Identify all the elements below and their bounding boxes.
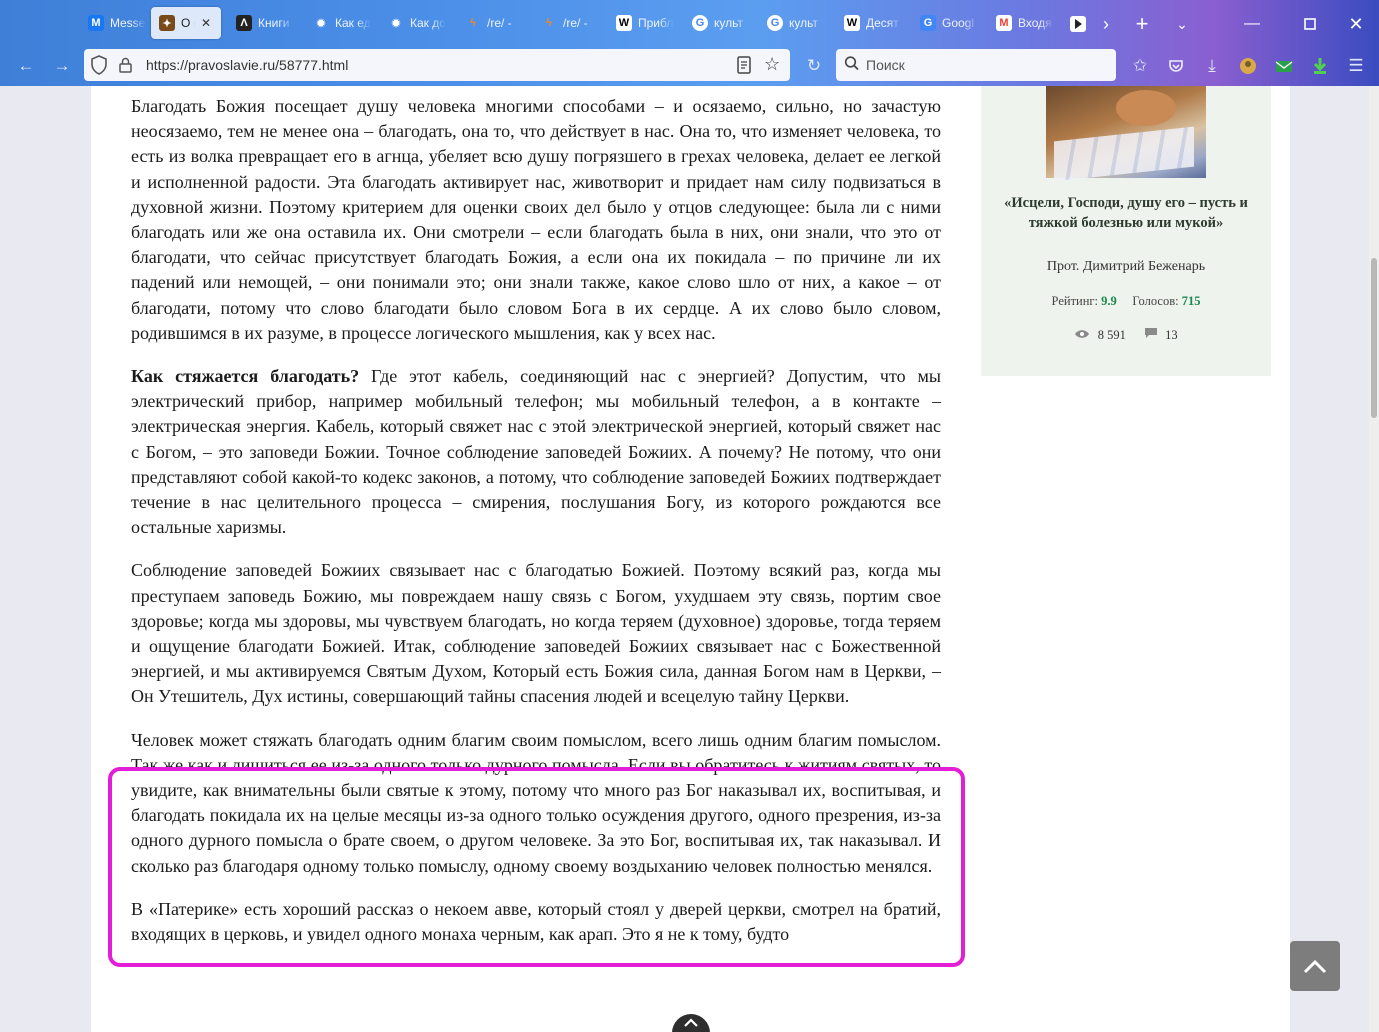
star-burst-icon: ✹: [391, 17, 401, 30]
eye-icon: [1074, 327, 1093, 342]
article-paragraph-2-text: Где этот кабель, соединяющий нас с энерг…: [131, 366, 941, 538]
bookmark-star-icon[interactable]: ☆: [764, 54, 780, 75]
search-bar[interactable]: Поиск: [836, 49, 1116, 81]
back-arrow-icon[interactable]: ←: [14, 54, 38, 78]
shield-icon[interactable]: [90, 55, 108, 80]
related-article-image[interactable]: [1046, 86, 1206, 182]
comment-bubble-icon: [1144, 327, 1161, 342]
tab-4[interactable]: ✹ Как единство: [305, 7, 375, 39]
hamburger-menu-icon[interactable]: ☰: [1344, 54, 1368, 78]
related-article-author[interactable]: Прот. Димитрий Беженарь: [1001, 259, 1251, 275]
google-icon: G: [692, 15, 708, 31]
account-avatar-icon[interactable]: [1236, 54, 1260, 78]
rating-label: Рейтинг:: [1051, 294, 1099, 308]
new-tab-plus-icon[interactable]: +: [1130, 11, 1154, 36]
wikipedia-icon: W: [616, 15, 632, 31]
books-icon: Λ: [236, 15, 252, 31]
extension-mail-icon[interactable]: [1272, 54, 1296, 78]
lock-icon[interactable]: [118, 56, 134, 79]
views-count: 8 591: [1097, 328, 1126, 342]
tab-11[interactable]: W Десят: [836, 7, 906, 39]
tab-13[interactable]: M Входя: [988, 7, 1058, 39]
tab-9[interactable]: G культ: [684, 7, 754, 39]
forward-arrow-icon[interactable]: →: [50, 54, 74, 78]
extension-download-icon[interactable]: [1308, 54, 1332, 78]
address-bar[interactable]: https://pravoslavie.ru/58777.html ☆: [84, 49, 790, 81]
image-detail-papers: [1054, 126, 1194, 182]
article-paragraph-1: Благодать Божия посещает душу человека м…: [131, 96, 941, 343]
scrollbar-thumb[interactable]: [1371, 258, 1377, 418]
votes-label: Голосов:: [1132, 294, 1179, 308]
bookmarks-star-icon[interactable]: ✩: [1128, 54, 1152, 78]
tab-8[interactable]: W Прибл: [608, 7, 678, 39]
search-placeholder: Поиск: [866, 57, 905, 73]
gmail-icon: M: [996, 15, 1012, 31]
comments-count: 13: [1165, 328, 1178, 342]
article-paragraph-2: Как стяжается благодать? Где этот кабель…: [131, 364, 941, 540]
related-article-stats: 8 591 13: [1001, 327, 1251, 343]
pravoslavie-icon: ✦: [159, 15, 175, 31]
tab-bar: M Messenger ✦ О стяжании благодати ✕ Λ К…: [0, 0, 1379, 46]
search-icon: [844, 55, 860, 78]
page-scrollbar[interactable]: [1369, 86, 1379, 1032]
tab-10[interactable]: G культ: [759, 7, 829, 39]
article-paragraph-5: В «Патерике» есть хороший рассказ о неко…: [131, 898, 941, 945]
close-window-icon[interactable]: ✕: [1344, 12, 1368, 36]
page-container: Благодать Божия посещает душу человека м…: [91, 86, 1290, 1032]
minimize-icon[interactable]: —: [1240, 12, 1264, 36]
tabs-scroll-right-icon[interactable]: ›: [1094, 12, 1118, 36]
downloads-icon[interactable]: ⤓: [1200, 54, 1224, 78]
comments-stat[interactable]: 13: [1144, 327, 1178, 343]
media-play-icon[interactable]: [1066, 12, 1090, 36]
lightning-icon: ϟ: [470, 17, 476, 29]
list-tabs-chevron-icon[interactable]: ⌄: [1170, 12, 1194, 36]
maximize-icon[interactable]: [1298, 12, 1322, 36]
reload-icon[interactable]: ↻: [802, 54, 826, 78]
tab-6[interactable]: ϟ /re/ -: [457, 7, 527, 39]
image-detail-hand: [1116, 90, 1176, 126]
article-paragraph-4: Человек может стяжать благодать одним бл…: [131, 729, 941, 876]
scroll-to-top-button[interactable]: [1290, 941, 1340, 991]
tab-5[interactable]: ✹ Как достичь: [380, 7, 450, 39]
page-viewport: Благодать Божия посещает душу человека м…: [0, 86, 1379, 1032]
related-article-title[interactable]: «Исцели, Господи, душу его – пусть и тяж…: [1001, 193, 1251, 233]
navigation-bar: ← → https://pravoslavie.ru/58777.html ☆ …: [0, 46, 1379, 86]
google-icon: G: [767, 15, 783, 31]
url-text[interactable]: https://pravoslavie.ru/58777.html: [146, 57, 348, 73]
star-burst-icon: ✹: [316, 17, 326, 30]
article-paragraph-3: Соблюдение заповедей Божиих связывает на…: [131, 560, 941, 707]
pocket-icon[interactable]: [1164, 54, 1188, 78]
tab-12[interactable]: G Googl: [912, 7, 982, 39]
votes-value: 715: [1181, 294, 1201, 308]
messenger-icon: M: [88, 15, 104, 31]
wikipedia-icon: W: [844, 15, 860, 31]
tab-7[interactable]: ϟ /re/ -: [533, 7, 603, 39]
related-article-rating: Рейтинг: 9.9 Голосов: 715: [1001, 294, 1251, 309]
chevron-up-icon: [1303, 959, 1327, 974]
related-article-card[interactable]: «Исцели, Господи, душу его – пусть и тяж…: [981, 86, 1271, 376]
reader-view-icon[interactable]: [736, 56, 752, 79]
lightning-icon: ϟ: [546, 17, 552, 29]
tab-messenger[interactable]: M Messenger: [80, 7, 146, 39]
views-stat: 8 591: [1074, 327, 1126, 343]
article-subheading: Как стяжается благодать?: [131, 366, 360, 387]
close-tab-icon[interactable]: ✕: [201, 16, 211, 30]
tab-active-article[interactable]: ✦ О стяжании благодати ✕: [151, 7, 221, 39]
tab-books[interactable]: Λ Книги: [228, 7, 298, 39]
rating-value: 9.9: [1101, 294, 1117, 308]
google-translate-icon: G: [920, 15, 936, 31]
article-body: Благодать Божия посещает душу человека м…: [131, 94, 941, 965]
browser-chrome: M Messenger ✦ О стяжании благодати ✕ Λ К…: [0, 0, 1379, 86]
